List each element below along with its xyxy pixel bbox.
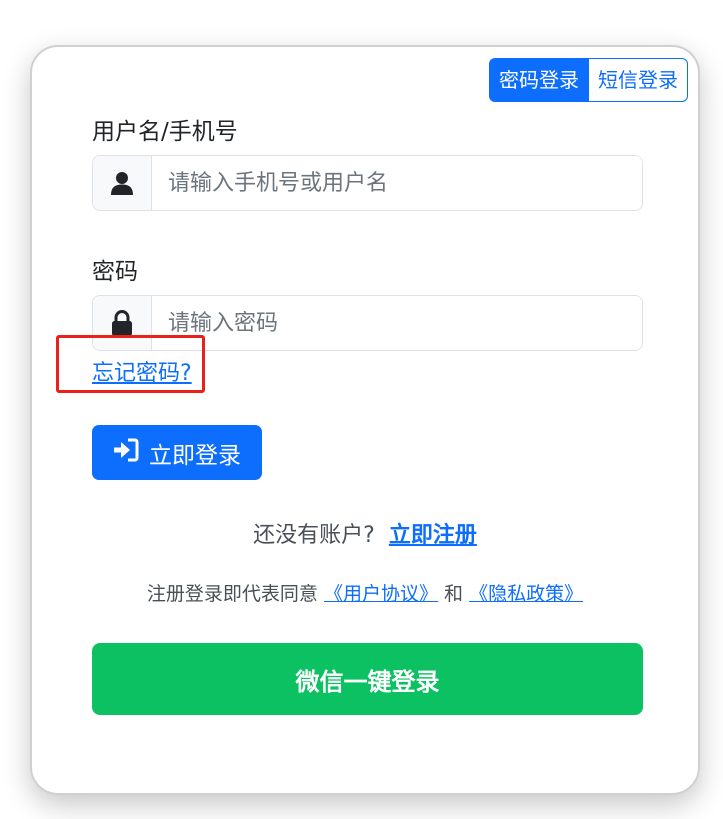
terms-prefix: 注册登录即代表同意 [146, 583, 318, 605]
terms-row: 注册登录即代表同意 《用户协议》 和 《隐私政策》 [32, 579, 698, 606]
tab-sms-login[interactable]: 短信登录 [589, 58, 688, 102]
login-button[interactable]: 立即登录 [92, 425, 262, 480]
user-icon [93, 156, 152, 210]
tab-password-login[interactable]: 密码登录 [489, 58, 589, 102]
login-mode-tabs: 密码登录 短信登录 [489, 58, 688, 102]
sign-in-icon [113, 438, 139, 468]
login-button-label: 立即登录 [149, 442, 241, 469]
forgot-password-link[interactable]: 忘记密码? [92, 355, 192, 387]
password-input-group [92, 295, 643, 351]
terms-conjunction: 和 [444, 583, 464, 605]
signup-prompt: 还没有账户? [253, 523, 375, 548]
signup-link[interactable]: 立即注册 [389, 523, 477, 548]
password-label: 密码 [92, 259, 138, 285]
wechat-login-button[interactable]: 微信一键登录 [92, 643, 643, 715]
user-agreement-link[interactable]: 《用户协议》 [324, 583, 438, 605]
login-card: 密码登录 短信登录 用户名/手机号 密码 忘记密码? [30, 45, 700, 795]
signup-row: 还没有账户? 立即注册 [32, 517, 698, 549]
username-input-group [92, 155, 643, 211]
username-input[interactable] [152, 156, 642, 210]
password-input[interactable] [152, 296, 642, 350]
username-label: 用户名/手机号 [92, 119, 238, 145]
privacy-policy-link[interactable]: 《隐私政策》 [469, 583, 583, 605]
lock-icon [93, 296, 152, 350]
